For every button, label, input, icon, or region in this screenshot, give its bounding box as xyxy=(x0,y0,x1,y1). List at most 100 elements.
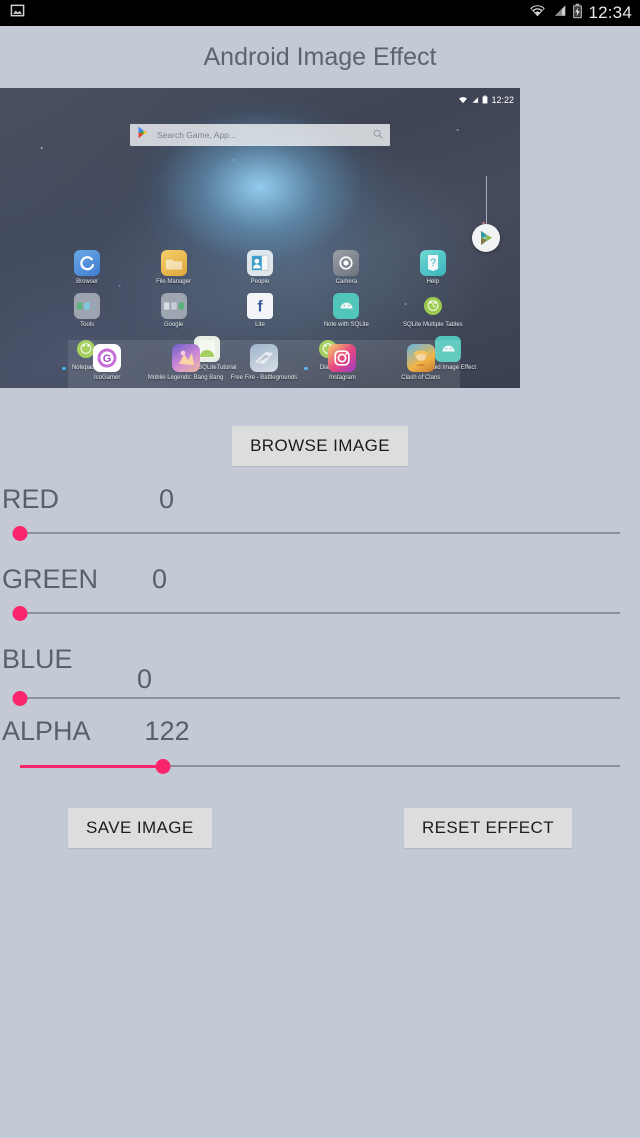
android-robot-icon xyxy=(420,293,446,319)
android-app-icon xyxy=(333,293,360,319)
photo-icon xyxy=(10,3,25,23)
search-input[interactable]: Search Game, App... xyxy=(157,130,373,140)
facebook-icon: f xyxy=(246,293,273,319)
contacts-icon xyxy=(246,250,273,276)
slider-alpha-label: ALPHA xyxy=(2,716,91,746)
app-item[interactable]: ? Help xyxy=(396,250,470,285)
app-row: Tools Google f Lite Note with SQLite SQL… xyxy=(0,293,520,328)
app-item[interactable]: SQLite Multiple Tables xyxy=(396,293,470,328)
app-row: Browser File Manager People Camera ? Hel… xyxy=(0,250,520,285)
new-app-dot xyxy=(62,366,66,370)
play-store-icon xyxy=(137,126,149,144)
app-label: Help xyxy=(426,279,439,285)
browse-image-button[interactable]: BROWSE IMAGE xyxy=(232,426,408,466)
slider-red-head: RED 0 xyxy=(0,486,640,513)
app-item[interactable]: Google xyxy=(137,293,211,328)
slider-green-track-wrap[interactable] xyxy=(12,601,620,625)
mobile-legends-icon xyxy=(171,344,200,372)
dock-label: Clash of Clans xyxy=(401,375,441,381)
instagram-icon xyxy=(328,344,357,372)
icogamer-icon: G xyxy=(93,344,122,372)
color-sliders: RED 0 GREEN 0 BLUE 0 ALPHA 122 xyxy=(0,486,640,794)
dock-item[interactable]: Mobile Legends: Bang Bang xyxy=(147,344,224,381)
app-label: Lite xyxy=(255,322,265,328)
svg-text:G: G xyxy=(103,353,112,365)
wifi-icon xyxy=(458,91,468,109)
app-item[interactable]: People xyxy=(223,250,297,285)
slider-green: GREEN 0 xyxy=(0,566,640,646)
slider-alpha: ALPHA 122 xyxy=(0,718,640,794)
slider-thumb[interactable] xyxy=(155,759,171,774)
dock-item[interactable]: Instagram xyxy=(305,344,379,381)
slider-blue-track-wrap[interactable] xyxy=(12,686,620,710)
app-item[interactable]: Tools xyxy=(50,293,124,328)
status-bar-right: 12:34 xyxy=(528,3,632,24)
help-icon: ? xyxy=(419,250,446,276)
browse-button-row: BROWSE IMAGE xyxy=(0,426,640,466)
app-label: SQLite Multiple Tables xyxy=(402,322,463,328)
slider-track xyxy=(20,532,620,534)
slider-blue: BLUE 0 xyxy=(0,646,640,718)
app-item[interactable]: f Lite xyxy=(223,293,297,328)
action-bar: Android Image Effect xyxy=(0,26,640,88)
camera-icon xyxy=(333,250,360,276)
dock-label: Mobile Legends: Bang Bang xyxy=(147,375,224,381)
free-fire-icon xyxy=(249,344,278,372)
save-image-button[interactable]: SAVE IMAGE xyxy=(68,808,212,848)
folder-group-icon xyxy=(74,293,101,319)
app-label: People xyxy=(250,279,270,285)
slider-track xyxy=(20,697,620,699)
cellular-signal-icon xyxy=(552,3,567,23)
battery-charging-icon xyxy=(572,3,583,24)
app-label: File Manager xyxy=(156,279,192,285)
image-preview[interactable]: 12:22 Search Game, App... Browser File M… xyxy=(0,88,520,388)
slider-red: RED 0 xyxy=(0,486,640,566)
status-bar-clock: 12:34 xyxy=(588,3,632,22)
slider-red-track-wrap[interactable] xyxy=(12,521,620,545)
app-item[interactable]: File Manager xyxy=(137,250,211,285)
reset-effect-button[interactable]: RESET EFFECT xyxy=(403,808,572,848)
app-item[interactable]: Browser xyxy=(50,250,124,285)
slider-green-label: GREEN xyxy=(2,564,99,594)
slider-red-label: RED xyxy=(2,484,60,514)
battery-icon xyxy=(482,91,488,109)
play-store-floating-icon[interactable] xyxy=(472,176,500,252)
dock-item[interactable]: Free Fire - Battlegrounds xyxy=(227,344,301,381)
dock-item[interactable]: Clash of Clans xyxy=(384,344,458,381)
magnifier-icon[interactable] xyxy=(373,126,383,144)
app-label: Camera xyxy=(335,279,358,285)
app-label: Browser xyxy=(76,279,99,285)
preview-status-bar: 12:22 xyxy=(458,91,514,109)
dock-label: Instagram xyxy=(329,375,356,381)
folder-group-icon xyxy=(160,293,187,319)
slider-alpha-head: ALPHA 122 xyxy=(0,718,640,745)
dock-label: Free Fire - Battlegrounds xyxy=(230,375,298,381)
app-item[interactable]: Note with SQLite xyxy=(309,293,383,328)
slider-thumb[interactable] xyxy=(12,606,28,621)
status-bar-left xyxy=(10,3,25,23)
slider-green-value: 0 xyxy=(152,564,168,594)
app-label: Google xyxy=(163,322,184,328)
slider-alpha-value: 122 xyxy=(144,716,190,746)
app-label: Tools xyxy=(80,322,95,328)
slider-thumb[interactable] xyxy=(12,691,28,706)
slider-red-value: 0 xyxy=(159,484,175,514)
slider-track-fill xyxy=(20,765,164,768)
wifi-icon xyxy=(528,3,547,23)
svg-text:?: ? xyxy=(430,257,436,269)
app-item[interactable]: Camera xyxy=(309,250,383,285)
cellular-signal-icon xyxy=(471,91,479,109)
folder-icon xyxy=(160,250,187,276)
slider-thumb[interactable] xyxy=(12,526,28,541)
dock-item[interactable]: G IcoGamer xyxy=(70,344,144,381)
google-search-bar[interactable]: Search Game, App... xyxy=(130,124,390,146)
app-label: Note with SQLite xyxy=(323,322,369,328)
clash-of-clans-icon xyxy=(406,344,435,372)
dock-label: IcoGamer xyxy=(94,375,121,381)
browser-icon xyxy=(74,250,101,276)
slider-blue-label: BLUE xyxy=(2,644,73,674)
status-bar: 12:34 xyxy=(0,0,640,26)
slider-alpha-track-wrap[interactable] xyxy=(20,754,620,778)
page-title: Android Image Effect xyxy=(203,42,437,71)
svg-text:f: f xyxy=(257,298,263,315)
